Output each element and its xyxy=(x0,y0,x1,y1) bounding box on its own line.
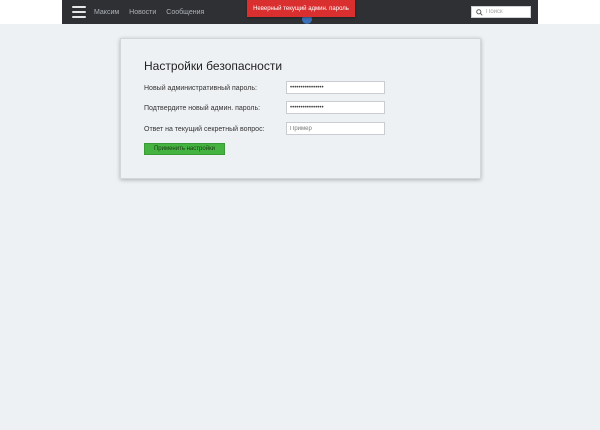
new-password-label: Новый административный пароль: xyxy=(144,85,257,92)
search-box[interactable] xyxy=(471,6,531,18)
menu-icon-line xyxy=(72,16,86,18)
nav-link-profile[interactable]: Максим xyxy=(94,9,119,16)
nav-link-messages[interactable]: Сообщения xyxy=(166,9,204,16)
menu-icon[interactable] xyxy=(72,6,86,18)
page-title: Настройки безопасности xyxy=(144,59,283,73)
error-toast: Неверный текущий админ. пароль xyxy=(247,0,355,17)
security-settings-card: Настройки безопасности Новый администрат… xyxy=(120,38,481,179)
apply-settings-button[interactable]: Применить настройки xyxy=(144,143,225,155)
menu-icon-line xyxy=(72,6,86,8)
search-input[interactable] xyxy=(483,7,528,17)
secret-answer-label: Ответ на текущий секретный вопрос: xyxy=(144,126,265,133)
new-password-field[interactable] xyxy=(286,81,385,94)
secret-answer-field[interactable] xyxy=(286,122,385,135)
nav-link-news[interactable]: Новости xyxy=(129,9,156,16)
search-icon xyxy=(476,8,483,16)
confirm-password-label: Подтвердите новый админ. пароль: xyxy=(144,105,261,112)
confirm-password-field[interactable] xyxy=(286,101,385,114)
menu-icon-line xyxy=(72,11,86,13)
